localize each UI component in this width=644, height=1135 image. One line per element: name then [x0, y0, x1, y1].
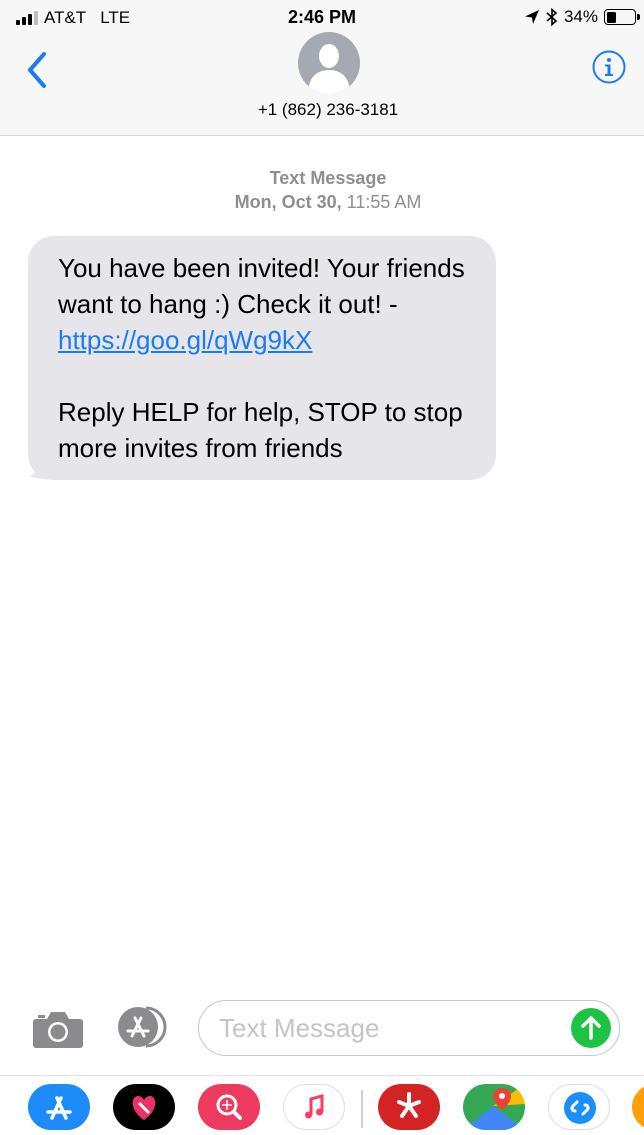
- location-arrow-icon: [524, 10, 539, 24]
- send-button[interactable]: [571, 1008, 611, 1048]
- partial-app-icon[interactable]: [632, 1084, 644, 1130]
- conversation-meta: Text Message Mon, Oct 30, 11:55 AM: [0, 166, 644, 214]
- battery-percent: 34%: [563, 7, 598, 26]
- message-text: You have been invited! Your friends want…: [58, 253, 465, 319]
- images-search-icon[interactable]: [198, 1084, 260, 1130]
- message-composer: [0, 995, 644, 1069]
- status-right: 34%: [524, 7, 640, 27]
- app-store-icon[interactable]: [116, 1005, 172, 1049]
- app-store-icon[interactable]: [28, 1084, 90, 1130]
- contact-name[interactable]: +1 (862) 236-3181: [0, 100, 644, 120]
- timestamp-time: 11:55 AM: [341, 192, 422, 212]
- timestamp-date: Mon, Oct 30,: [234, 192, 342, 212]
- service-label: Text Message: [269, 168, 387, 188]
- contact-avatar-icon[interactable]: [298, 32, 360, 94]
- message-timestamp: Mon, Oct 30, 11:55 AM: [0, 190, 644, 214]
- bluetooth-icon: [546, 8, 558, 26]
- message-bubble[interactable]: You have been invited! Your friends want…: [28, 236, 496, 480]
- status-bar: AT&T LTE 2:46 PM 34%: [0, 0, 644, 36]
- google-maps-icon[interactable]: [463, 1084, 525, 1130]
- battery-fill: [606, 11, 616, 23]
- music-icon[interactable]: [283, 1084, 345, 1130]
- chevron-left-icon[interactable]: [22, 50, 52, 90]
- conversation-header: +1 (862) 236-3181: [0, 32, 644, 136]
- drawer-divider: [361, 1090, 363, 1128]
- camera-icon[interactable]: [32, 1009, 84, 1049]
- battery-icon: [604, 9, 640, 25]
- shazam-icon[interactable]: [548, 1084, 610, 1130]
- message-second-paragraph: Reply HELP for help, STOP to stop more i…: [58, 397, 463, 463]
- digital-touch-heart-icon[interactable]: [113, 1084, 175, 1130]
- info-icon[interactable]: [592, 50, 626, 84]
- send-arrow-icon: [581, 1016, 601, 1040]
- message-first-paragraph: You have been invited! Your friends want…: [58, 250, 478, 358]
- message-input[interactable]: [219, 1011, 559, 1045]
- incoming-message: You have been invited! Your friends want…: [28, 236, 496, 480]
- app-drawer: [0, 1075, 644, 1135]
- message-field[interactable]: [198, 1000, 620, 1056]
- message-link[interactable]: https://goo.gl/qWg9kX: [58, 325, 312, 355]
- yelp-icon[interactable]: [378, 1084, 440, 1130]
